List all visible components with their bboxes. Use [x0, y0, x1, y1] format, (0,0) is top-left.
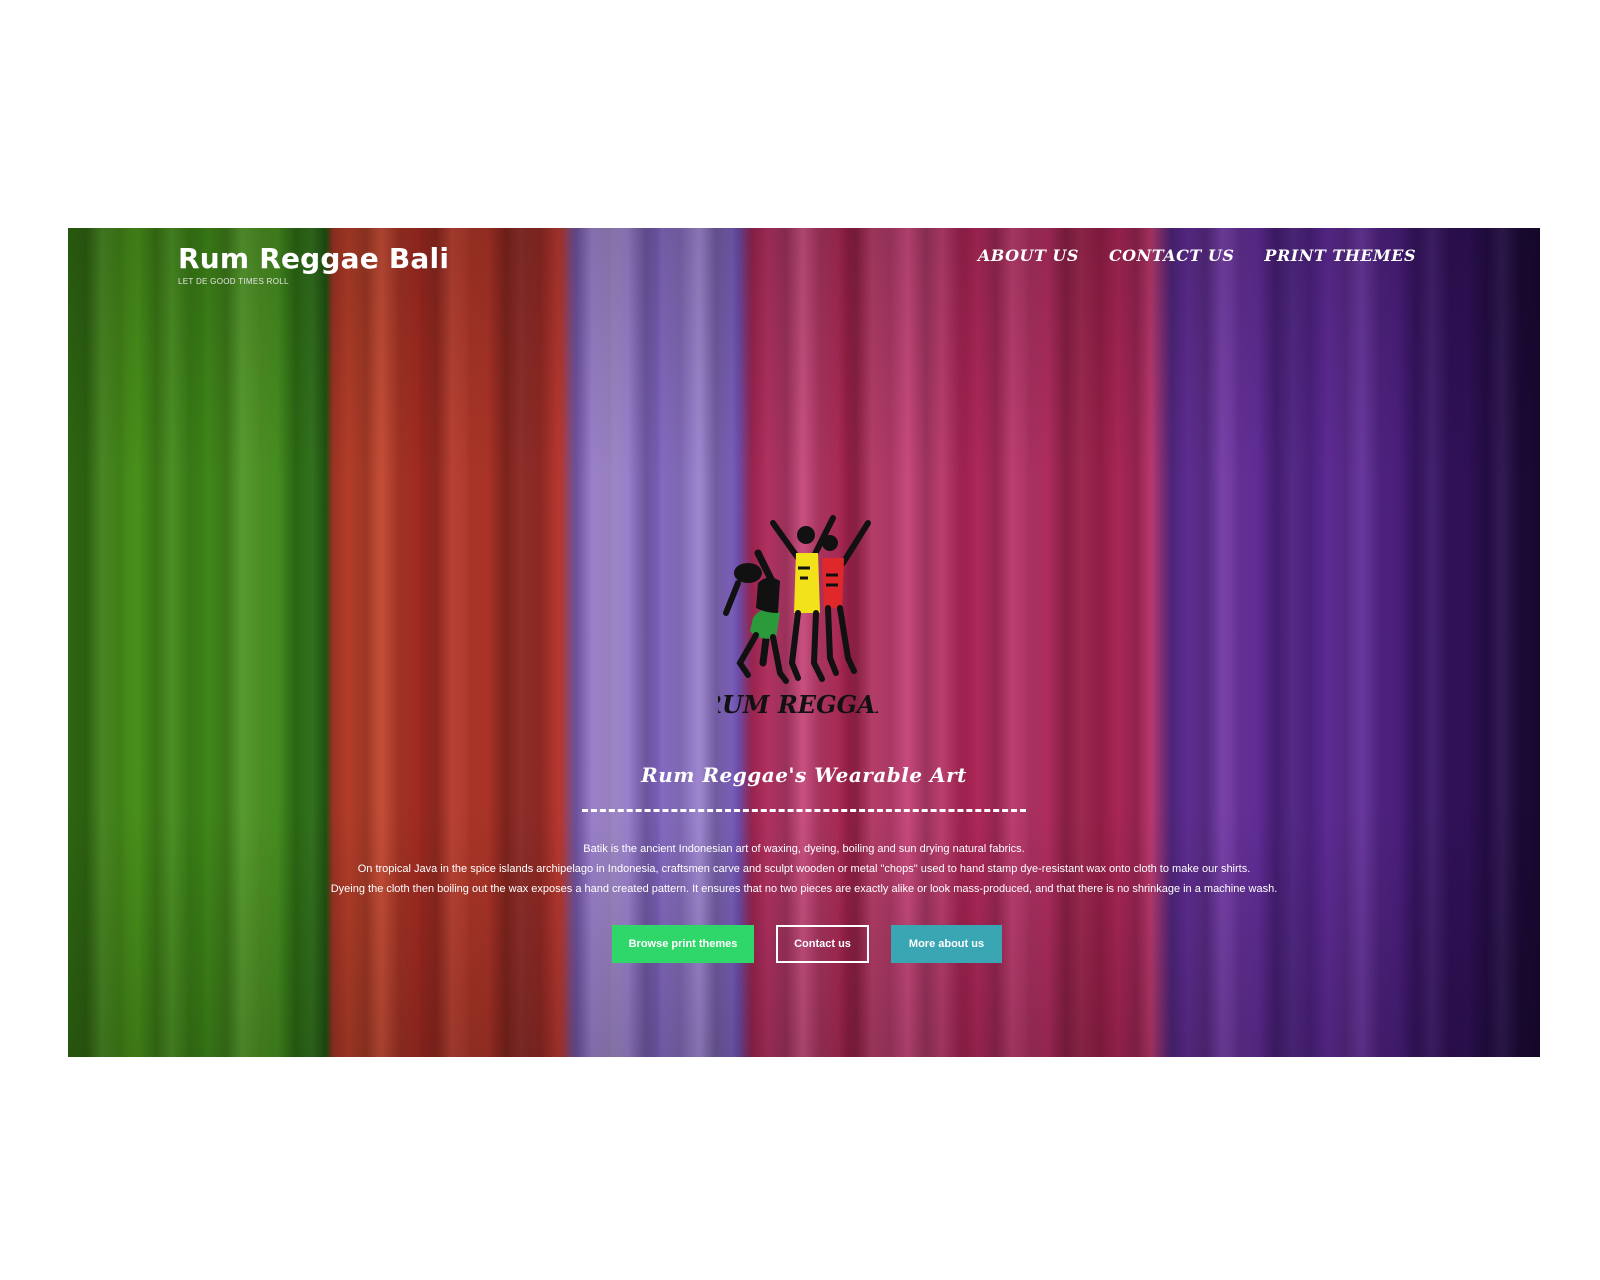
- dancer-red-figure: [822, 520, 871, 676]
- logo-wordmark: RUM REGGAE: [718, 690, 878, 719]
- site-tagline: LET DE GOOD TIMES ROLL: [178, 277, 289, 286]
- nav-contact-us[interactable]: Contact us: [1109, 246, 1234, 265]
- nav-about-us[interactable]: About us: [978, 246, 1079, 265]
- browse-print-themes-button[interactable]: Browse print themes: [612, 925, 754, 963]
- main-navigation: About us Contact us Print themes: [978, 246, 1416, 265]
- description-line: Dyeing the cloth then boiling out the wa…: [330, 883, 1278, 895]
- dancer-green-figure: [723, 549, 789, 684]
- rum-reggae-logo: RUM REGGAE: [718, 515, 878, 719]
- description-line: Batik is the ancient Indonesian art of w…: [583, 843, 1025, 855]
- description-line: On tropical Java in the spice islands ar…: [357, 863, 1251, 875]
- site-title-link[interactable]: Rum Reggae Bali: [178, 242, 449, 275]
- dashed-divider: [582, 809, 1026, 812]
- more-about-us-button[interactable]: More about us: [891, 925, 1002, 963]
- hero-description: Batik is the ancient Indonesian art of w…: [68, 839, 1540, 899]
- site-branding: Rum Reggae Bali LET DE GOOD TIMES ROLL: [178, 242, 449, 286]
- section-title: Rum Reggae's Wearable Art: [641, 763, 967, 787]
- nav-print-themes[interactable]: Print themes: [1264, 246, 1416, 265]
- hero-section: Rum Reggae Bali LET DE GOOD TIMES ROLL A…: [68, 228, 1540, 1057]
- contact-us-button[interactable]: Contact us: [776, 925, 869, 963]
- hero-buttons: Browse print themes Contact us More abou…: [68, 925, 1540, 963]
